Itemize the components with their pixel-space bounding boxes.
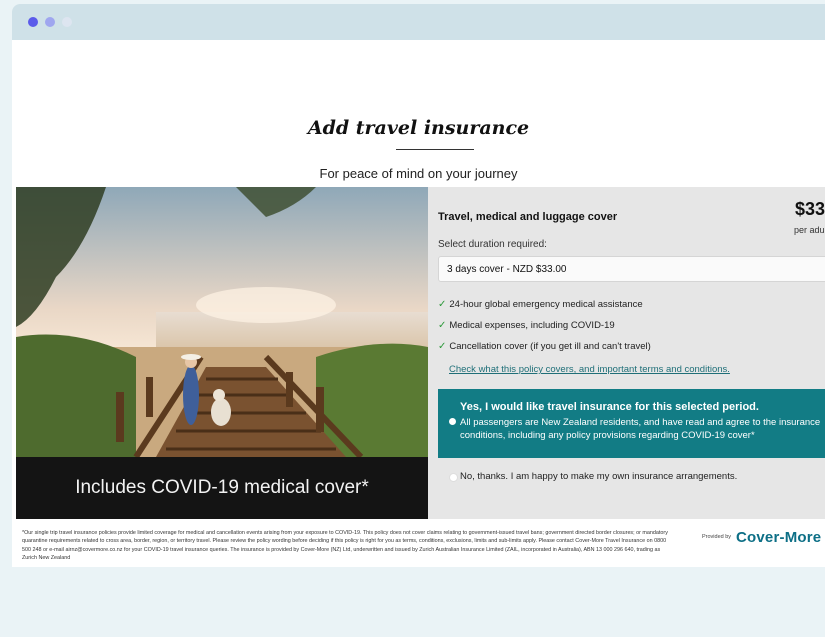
maximize-window-button[interactable]	[62, 17, 72, 27]
covid-cover-caption: Includes COVID-19 medical cover*	[16, 457, 428, 519]
minimize-window-button[interactable]	[45, 17, 55, 27]
decline-radio[interactable]	[449, 473, 458, 482]
feature-item: ✓ Medical expenses, including COVID-19	[438, 320, 615, 331]
duration-select[interactable]: 3 days cover - NZD $33.00	[438, 256, 825, 282]
cover-price: $33	[795, 199, 825, 219]
check-icon: ✓	[438, 320, 447, 331]
features-list: ✓ 24-hour global emergency medical assist…	[438, 299, 651, 362]
accept-radio[interactable]	[449, 418, 456, 425]
page-title: Add travel insurance	[307, 117, 530, 139]
browser-window: Add travel insurance For peace of mind o…	[12, 4, 825, 567]
close-window-button[interactable]	[28, 17, 38, 27]
accept-text: All passengers are New Zealand residents…	[460, 417, 821, 441]
window-titlebar	[12, 4, 825, 40]
title-divider	[396, 149, 474, 150]
accept-insurance-option[interactable]: Yes, I would like travel insurance for t…	[438, 389, 825, 458]
check-icon: ✓	[438, 299, 447, 310]
feature-item: ✓ 24-hour global emergency medical assist…	[438, 299, 643, 310]
covid-disclaimer: *Our single trip travel insurance polici…	[22, 530, 668, 561]
policy-terms-link[interactable]: Check what this policy covers, and impor…	[449, 364, 730, 375]
cover-title: Travel, medical and luggage cover	[438, 211, 618, 223]
price-unit: per adu	[794, 225, 825, 235]
hero-image: Includes COVID-19 medical cover*	[16, 187, 428, 519]
duration-label: Select duration required:	[438, 239, 547, 250]
decline-text: No, thanks. I am happy to make my own in…	[460, 471, 738, 482]
accept-title: Yes, I would like travel insurance for t…	[460, 401, 759, 413]
decline-insurance-option[interactable]: No, thanks. I am happy to make my own in…	[438, 469, 825, 489]
provided-by-label: Provided by	[702, 534, 732, 540]
covermore-logo: Cover-More	[736, 529, 822, 546]
insurance-panel: Travel, medical and luggage cover $33 pe…	[428, 187, 825, 519]
feature-item: ✓ Cancellation cover (if you get ill and …	[438, 341, 651, 352]
beach-boardwalk-photo	[16, 187, 428, 457]
page-subtitle: For peace of mind on your journey	[319, 166, 518, 181]
check-icon: ✓	[438, 341, 447, 352]
